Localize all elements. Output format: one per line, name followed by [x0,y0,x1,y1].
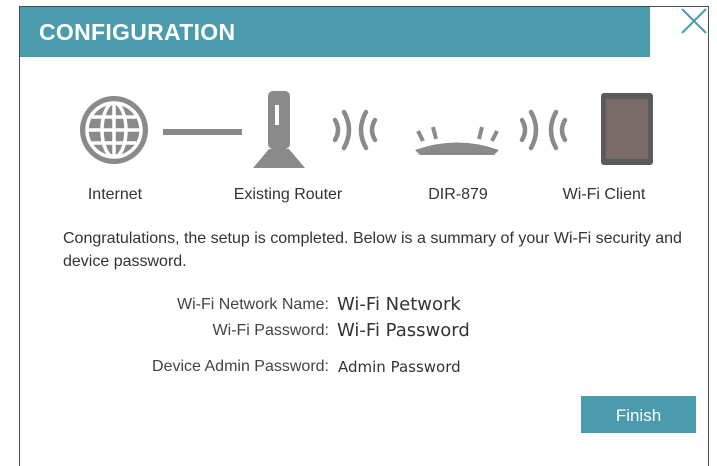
admin-password-label: Device Admin Password: [152,358,329,375]
completion-message: Congratulations, the setup is completed.… [63,230,682,270]
wifi-password-value: Wi-Fi Password [337,320,470,341]
wifi-password-row: Wi-Fi Password: [20,322,329,344]
node-label-wifi-client: Wi-Fi Client [562,186,646,203]
extender-icon [415,126,499,155]
finish-button[interactable]: Finish [581,396,696,433]
wifi-name-value: Wi-Fi Network [337,294,461,315]
admin-password-row: Device Admin Password: [20,358,329,380]
node-label-dir-879: DIR-879 [428,186,488,203]
admin-password-value: Admin Password [338,358,461,376]
wired-link-icon [163,129,242,135]
router-icon [253,91,305,168]
wifi-name-label: Wi-Fi Network Name: [176,296,329,313]
configuration-dialog: CONFIGURATION Internet Existing Router D… [19,6,709,466]
node-label-existing-router: Existing Router [233,186,343,203]
wireless-link-icon [519,109,568,151]
wifi-password-label: Wi-Fi Password: [212,322,329,339]
node-label-internet: Internet [87,186,143,203]
wireless-link-icon [332,109,378,151]
wifi-name-row: Wi-Fi Network Name: [20,296,329,318]
tablet-icon [601,93,653,165]
globe-icon [80,96,148,164]
network-topology [80,91,653,168]
